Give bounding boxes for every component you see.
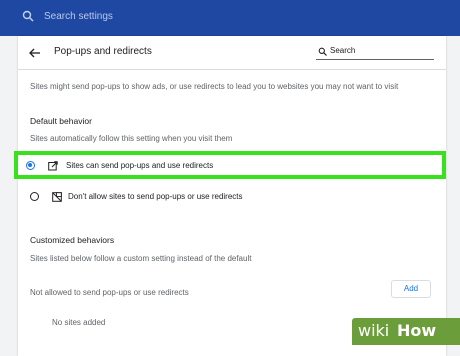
customized-behaviors-title: Customized behaviors [30, 235, 115, 245]
settings-search-bar[interactable]: Search settings [0, 0, 460, 36]
empty-list-text: No sites added [52, 318, 106, 327]
option-allow-label: Sites can send pop-ups and use redirects [66, 161, 214, 170]
page-title: Pop-ups and redirects [54, 46, 152, 57]
header-divider [18, 69, 446, 70]
customized-behaviors-subtitle: Sites listed below follow a custom setti… [30, 254, 252, 263]
page-search-field[interactable]: Search [316, 45, 434, 60]
default-behavior-title: Default behavior [30, 116, 92, 126]
settings-card: Pop-ups and redirects Search Sites might… [14, 36, 446, 356]
option-block-label: Don't allow sites to send pop-ups or use… [68, 192, 243, 201]
add-site-button[interactable]: Add [391, 280, 431, 298]
search-input-placeholder[interactable]: Search settings [44, 11, 113, 22]
default-behavior-subtitle: Sites automatically follow this setting … [30, 134, 233, 143]
watermark-part-1: wiki [358, 321, 390, 340]
open-in-new-icon [48, 161, 58, 171]
blocked-popup-icon [52, 192, 62, 202]
search-icon [22, 10, 34, 22]
radio-selected[interactable] [26, 161, 35, 170]
option-allow-popups[interactable]: Sites can send pop-ups and use redirects [14, 151, 446, 179]
wikihow-watermark: wiki How [352, 318, 460, 345]
watermark-part-2: How [397, 321, 437, 340]
radio-unselected[interactable] [30, 192, 39, 201]
search-icon [318, 47, 327, 56]
page-description: Sites might send pop-ups to show ads, or… [30, 82, 399, 91]
page-search-label: Search [330, 46, 356, 55]
back-arrow-icon[interactable] [28, 46, 42, 60]
not-allowed-list-label: Not allowed to send pop-ups or use redir… [30, 288, 189, 297]
option-block-popups[interactable]: Don't allow sites to send pop-ups or use… [18, 186, 446, 208]
